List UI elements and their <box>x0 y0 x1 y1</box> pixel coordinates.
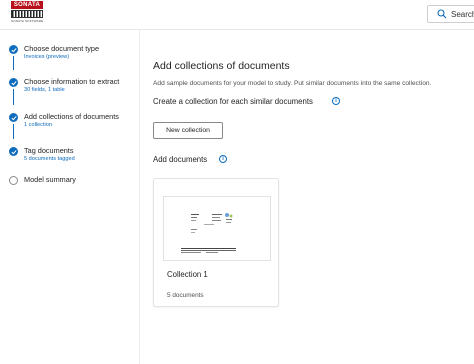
document-thumbnail <box>163 196 271 261</box>
check-icon <box>9 45 18 54</box>
search-icon <box>437 9 447 19</box>
step-title: Model summary <box>24 175 76 184</box>
collection-heading: Create a collection for each similar doc… <box>153 97 313 106</box>
search-label: Search <box>451 10 474 19</box>
step-connector <box>13 124 14 139</box>
empty-circle-icon <box>9 176 18 185</box>
check-icon <box>9 147 18 156</box>
step-subtitle: 5 documents tagged <box>24 156 75 162</box>
step-title: Add collections of documents <box>24 112 119 121</box>
step-subtitle: Invoices (preview) <box>24 54 70 60</box>
logo-wordmark: SONATA <box>11 1 43 9</box>
collection-card[interactable]: Collection 1 5 documents <box>153 178 279 307</box>
search-button[interactable]: Search <box>427 5 474 23</box>
step-title: Choose document type <box>24 44 100 53</box>
step-title: Choose information to extract <box>24 77 120 86</box>
main-content: Add collections of documents Add sample … <box>153 30 474 364</box>
page-title: Add collections of documents <box>153 60 290 72</box>
collection-document-count: 5 documents <box>167 292 204 299</box>
page-description: Add sample documents for your model to s… <box>153 80 432 87</box>
check-icon <box>9 113 18 122</box>
check-icon <box>9 78 18 87</box>
collection-name: Collection 1 <box>167 270 208 279</box>
invoice-preview-icon <box>181 213 236 253</box>
new-collection-button[interactable]: New collection <box>153 122 223 139</box>
info-icon[interactable]: i <box>332 97 340 105</box>
step-connector <box>13 56 14 70</box>
wizard-steps: Choose document type Invoices (preview) … <box>0 30 140 364</box>
info-icon[interactable]: i <box>219 155 227 163</box>
step-connector <box>13 89 14 105</box>
sonata-logo: SONATA SONATA SOFTWARE <box>11 1 63 26</box>
piano-keys-icon <box>11 10 43 18</box>
step-subtitle: 1 collection <box>24 122 52 128</box>
top-bar: SONATA SONATA SOFTWARE Search <box>0 0 474 30</box>
add-documents-heading: Add documents <box>153 155 208 164</box>
step-title: Tag documents <box>24 146 74 155</box>
logo-subtitle: SONATA SOFTWARE <box>11 19 44 23</box>
step-subtitle: 30 fields, 1 table <box>24 87 65 93</box>
